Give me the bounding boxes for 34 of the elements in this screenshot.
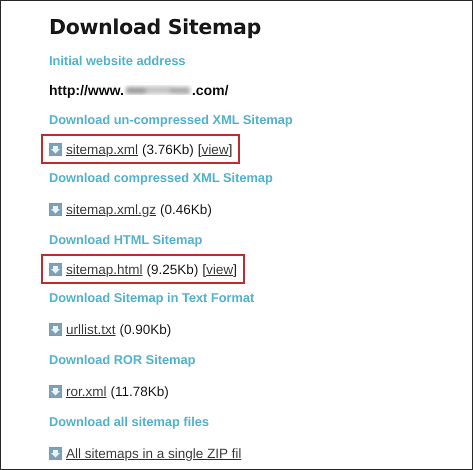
section-heading: Initial website address (49, 52, 186, 70)
blur-mask (124, 83, 192, 97)
page-title: Download Sitemap (49, 15, 261, 39)
download-icon (49, 384, 62, 398)
file-link[interactable]: sitemap.html (66, 262, 143, 276)
file-link[interactable]: ror.xml (66, 384, 106, 398)
bracket: ] (233, 262, 237, 276)
download-icon (49, 446, 62, 460)
file-size: (0.90Kb) (120, 322, 172, 336)
download-icon (49, 142, 62, 156)
view-link[interactable]: view (202, 142, 229, 156)
file-size: (3.76Kb) (142, 142, 194, 156)
file-size: (9.25Kb) (146, 262, 198, 276)
file-link[interactable]: sitemap.xml (66, 142, 138, 156)
file-size: (11.78Kb) (110, 384, 169, 398)
section-heading: Download HTML Sitemap (49, 231, 202, 249)
view-link[interactable]: view (206, 262, 234, 276)
bracket: [ (202, 262, 206, 276)
file-link[interactable]: All sitemaps in a single ZIP fil (66, 446, 242, 460)
file-link[interactable]: urllist.txt (66, 322, 116, 336)
url-text: http://www. (49, 82, 124, 98)
download-icon (49, 202, 62, 216)
section-heading: Download all sitemap files (49, 413, 209, 431)
bracket: [ (198, 142, 202, 156)
section-heading: Download un-compressed XML Sitemap (49, 111, 293, 129)
bracket: ] (228, 142, 232, 156)
section-heading: Download compressed XML Sitemap (49, 169, 273, 187)
section-heading: Download Sitemap in Text Format (49, 289, 254, 307)
section-heading: Download ROR Sitemap (49, 351, 196, 369)
download-icon (49, 262, 62, 276)
download-icon (49, 322, 62, 336)
file-size: (0.46Kb) (160, 202, 212, 216)
url-text: .com/ (192, 82, 228, 98)
file-link[interactable]: sitemap.xml.gz (66, 202, 156, 216)
